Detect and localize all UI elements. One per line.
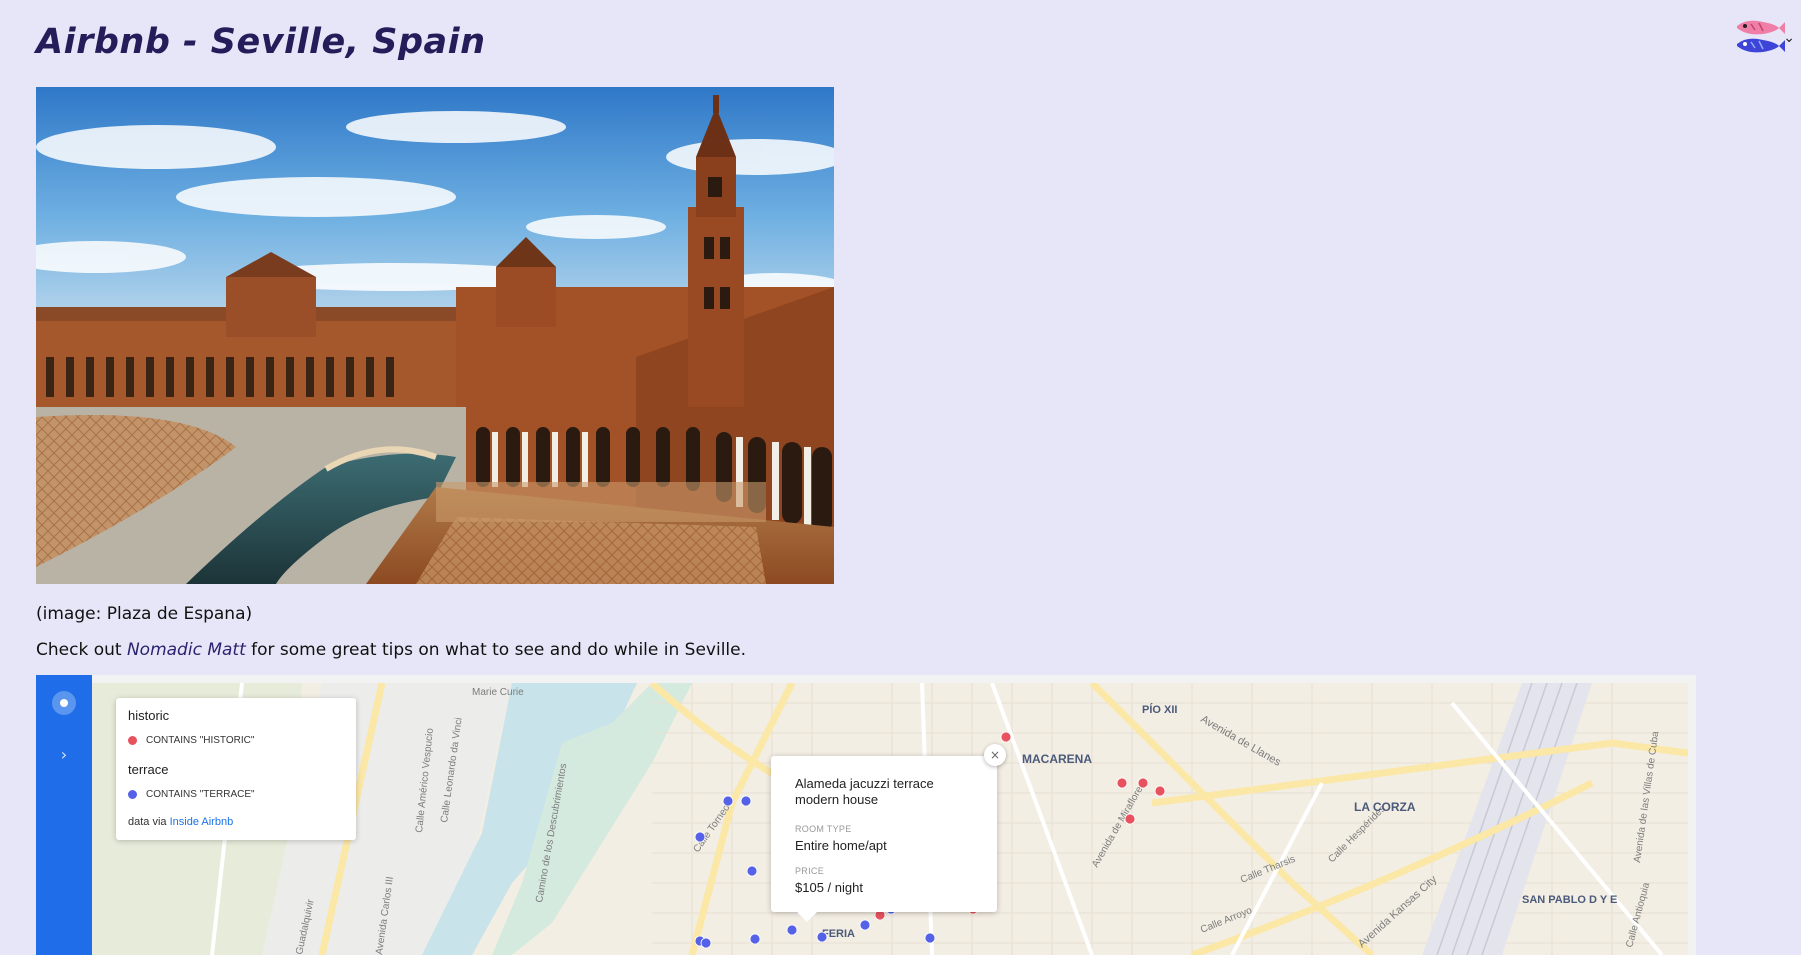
map-marker-terrace[interactable] bbox=[786, 924, 798, 936]
popup-price-label: PRICE bbox=[795, 866, 825, 876]
popup-listing-title: Alameda jacuzzi terrace modern house bbox=[795, 776, 934, 807]
popup-price-value: $105 / night bbox=[795, 880, 863, 895]
map-marker-terrace[interactable] bbox=[694, 831, 706, 843]
popup-close-icon[interactable]: × bbox=[984, 744, 1006, 766]
layers-toggle-button[interactable] bbox=[52, 691, 76, 715]
listing-popup: Alameda jacuzzi terrace modern house ROO… bbox=[771, 756, 997, 922]
popup-room-type-value: Entire home/apt bbox=[795, 838, 887, 853]
neighborhood-label-pio-xii: PÍO XII bbox=[1142, 703, 1177, 716]
legend-item-label: CONTAINS "TERRACE" bbox=[146, 789, 255, 800]
fish-logo-icon bbox=[1737, 20, 1785, 53]
map-marker-terrace[interactable] bbox=[700, 937, 712, 949]
map-marker-terrace[interactable] bbox=[722, 795, 734, 807]
page-title: Airbnb - Seville, Spain bbox=[36, 22, 486, 62]
legend-item-label: CONTAINS "HISTORIC" bbox=[146, 735, 255, 746]
nomadic-matt-link[interactable]: Nomadic Matt bbox=[127, 640, 246, 660]
map-sidebar: › bbox=[36, 675, 92, 955]
chevron-down-icon: ⌄ bbox=[1783, 30, 1795, 46]
plaza-de-espana-image bbox=[36, 87, 834, 584]
neighborhood-label-la-corza: LA CORZA bbox=[1354, 800, 1416, 814]
popup-room-type-label: ROOM TYPE bbox=[795, 824, 852, 834]
legend-swatch-historic bbox=[128, 736, 137, 745]
tips-text-before: Check out bbox=[36, 640, 127, 660]
neighborhood-label-macarena: MACARENA bbox=[1022, 752, 1092, 766]
legend-layer-title-historic: historic bbox=[128, 708, 170, 723]
image-caption: (image: Plaza de Espana) bbox=[36, 604, 253, 624]
map-marker-historic[interactable] bbox=[1116, 777, 1128, 789]
legend-layer-title-terrace: terrace bbox=[128, 762, 169, 777]
legend-item-terrace: CONTAINS "TERRACE" bbox=[128, 789, 255, 800]
legend-data-source: data via Inside Airbnb bbox=[128, 816, 233, 828]
street-label-marie-curie: Marie Curie bbox=[472, 687, 524, 698]
inside-airbnb-link[interactable]: Inside Airbnb bbox=[170, 816, 234, 828]
map-marker-historic[interactable] bbox=[1000, 731, 1012, 743]
map-marker-terrace[interactable] bbox=[924, 932, 936, 944]
map-marker-terrace[interactable] bbox=[740, 795, 752, 807]
map-marker-historic[interactable] bbox=[1154, 785, 1166, 797]
map-marker-terrace[interactable] bbox=[749, 933, 761, 945]
tips-text-after: for some great tips on what to see and d… bbox=[245, 640, 746, 660]
map-marker-historic[interactable] bbox=[1137, 777, 1149, 789]
expand-sidebar-chevron-icon[interactable]: › bbox=[54, 745, 74, 765]
legend-item-historic: CONTAINS "HISTORIC" bbox=[128, 735, 254, 746]
map-marker-terrace[interactable] bbox=[746, 865, 758, 877]
map-legend: historic CONTAINS "HISTORIC" terrace CON… bbox=[116, 698, 356, 840]
map-marker-terrace[interactable] bbox=[859, 919, 871, 931]
map-marker-terrace[interactable] bbox=[816, 931, 828, 943]
legend-swatch-terrace bbox=[128, 790, 137, 799]
tips-paragraph: Check out Nomadic Matt for some great ti… bbox=[36, 640, 746, 660]
neighborhood-label-san-pablo: SAN PABLO D Y E bbox=[1522, 894, 1617, 906]
map-marker-historic[interactable] bbox=[1124, 813, 1136, 825]
fish-logo-menu[interactable]: ⌄ bbox=[1733, 16, 1797, 60]
source-prefix: data via bbox=[128, 816, 170, 828]
